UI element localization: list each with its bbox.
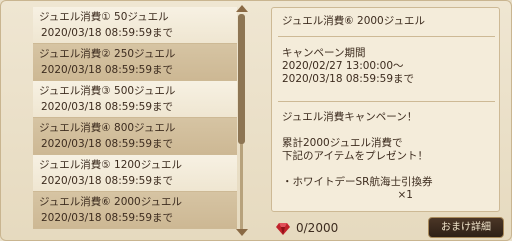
reward-deadline: 2020/03/18 08:59:59まで — [41, 64, 174, 76]
divider — [278, 101, 495, 102]
reward-row-5[interactable]: ジュエル消費⑤ 1200ジュエル 2020/03/18 08:59:59まで — [33, 155, 237, 192]
jewel-progress: 0/2000 — [296, 221, 339, 235]
reward-title: ジュエル消費② 250ジュエル — [39, 48, 176, 60]
reward-title: ジュエル消費① 50ジュエル — [39, 11, 169, 23]
reward-row-2[interactable]: ジュエル消費② 250ジュエル 2020/03/18 08:59:59まで — [33, 44, 237, 81]
reward-detail-panel: ジュエル消費⑥ 2000ジュエル キャンペーン期間 2020/02/27 13:… — [271, 7, 500, 212]
reward-deadline: 2020/03/18 08:59:59まで — [41, 138, 174, 150]
scrollbar-thumb[interactable] — [238, 14, 245, 144]
jewel-icon — [276, 223, 290, 235]
reward-title: ジュエル消費⑤ 1200ジュエル — [39, 159, 183, 171]
divider — [278, 36, 495, 37]
reward-list: ジュエル消費① 50ジュエル 2020/03/18 08:59:59まで ジュエ… — [33, 7, 237, 241]
reward-row-3[interactable]: ジュエル消費③ 500ジュエル 2020/03/18 08:59:59まで — [33, 81, 237, 118]
bonus-detail-button[interactable]: おまけ詳細 — [428, 217, 504, 238]
detail-title: ジュエル消費⑥ 2000ジュエル — [282, 15, 426, 27]
campaign-description: ジュエル消費キャンペーン！ 累計2000ジュエル消費で 下記のアイテムをプレゼン… — [282, 111, 433, 201]
reward-deadline: 2020/03/18 08:59:59まで — [41, 101, 174, 113]
campaign-period: キャンペーン期間 2020/02/27 13:00:00～ 2020/03/18… — [282, 47, 415, 85]
reward-deadline: 2020/03/18 08:59:59まで — [41, 175, 174, 187]
reward-title: ジュエル消費⑥ 2000ジュエル — [39, 196, 183, 208]
reward-row-6[interactable]: ジュエル消費⑥ 2000ジュエル 2020/03/18 08:59:59まで — [33, 192, 237, 229]
reward-title: ジュエル消費③ 500ジュエル — [39, 85, 176, 97]
reward-deadline: 2020/03/18 08:59:59まで — [41, 27, 174, 39]
scroll-up-arrow-icon[interactable] — [236, 5, 248, 12]
scroll-down-arrow-icon[interactable] — [236, 229, 248, 236]
reward-row-1[interactable]: ジュエル消費① 50ジュエル 2020/03/18 08:59:59まで — [33, 7, 237, 44]
reward-row-4[interactable]: ジュエル消費④ 800ジュエル 2020/03/18 08:59:59まで — [33, 118, 237, 155]
reward-deadline: 2020/03/18 08:59:59まで — [41, 212, 174, 224]
reward-title: ジュエル消費④ 800ジュエル — [39, 122, 176, 134]
